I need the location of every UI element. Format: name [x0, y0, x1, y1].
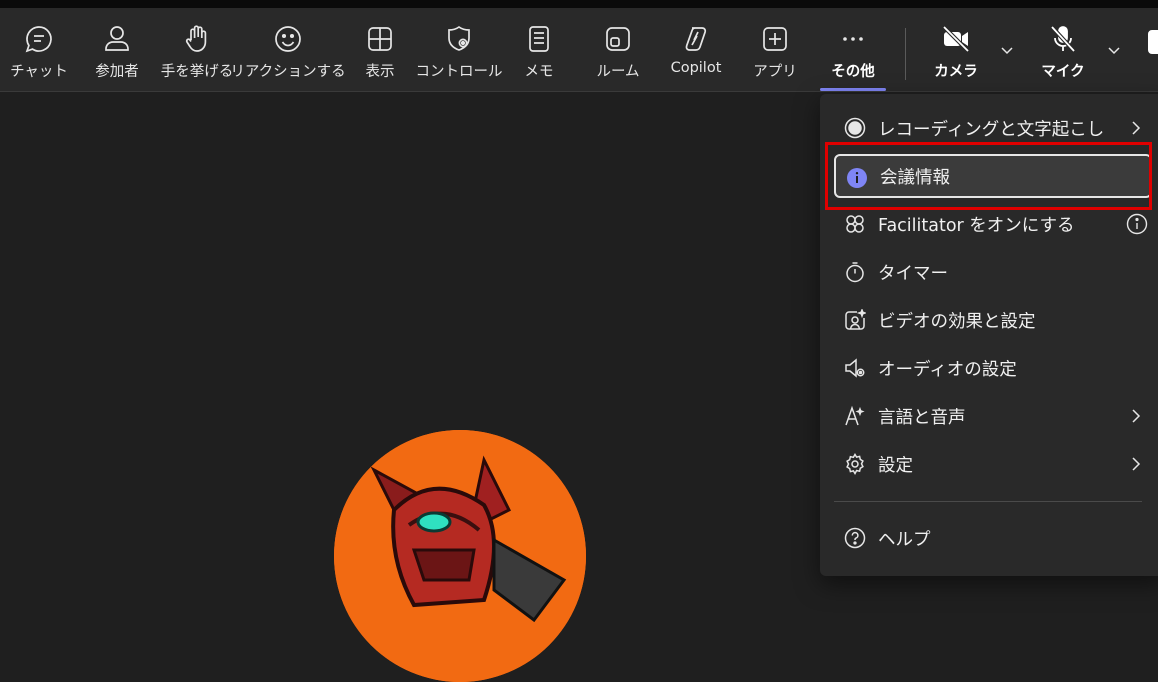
view-button[interactable]: 表示 [350, 8, 410, 92]
menu-item-help[interactable]: ヘルプ [834, 516, 1152, 560]
gear-icon [846, 453, 864, 475]
add-apps-icon [763, 27, 787, 51]
emoji-icon [275, 26, 301, 52]
shield-gear-icon [448, 25, 470, 51]
meeting-toolbar: チャット 参加者 手を挙げる リアクションする 表示 コントロール メモ ルーム… [0, 8, 1158, 92]
raise-hand-icon [185, 25, 207, 52]
notes-button[interactable]: メモ [510, 8, 568, 92]
menu-item-timer[interactable]: タイマー [834, 250, 1152, 294]
camera-options-chevron-icon[interactable] [999, 42, 1015, 58]
camera-off-icon [942, 25, 970, 53]
view-grid-icon [368, 27, 392, 51]
video-effects-icon [845, 309, 866, 330]
copilot-icon [685, 27, 707, 51]
menu-item-settings[interactable]: 設定 [834, 442, 1152, 486]
chat-icon [25, 26, 52, 53]
reactions-button[interactable]: リアクションする [230, 8, 346, 92]
active-tab-indicator [820, 88, 886, 91]
timer-icon [846, 262, 864, 283]
robot-avatar-image [334, 430, 586, 682]
mic-options-chevron-icon[interactable] [1106, 42, 1122, 58]
language-icon [845, 405, 865, 426]
people-icon [105, 26, 129, 51]
more-button[interactable]: その他 [822, 8, 884, 92]
chevron-right-icon [1132, 409, 1141, 423]
chat-button[interactable]: チャット [8, 8, 70, 92]
controls-button[interactable]: コントロール [416, 8, 503, 92]
toolbar-divider [905, 28, 906, 80]
copilot-button[interactable]: Copilot [664, 8, 728, 92]
raise-hand-button[interactable]: 手を挙げる [161, 8, 233, 92]
chevron-right-icon [1132, 121, 1141, 135]
menu-item-language-speech[interactable]: 言語と音声 [834, 394, 1152, 438]
record-icon [844, 117, 866, 139]
chevron-right-icon [1132, 457, 1141, 471]
menu-item-audio-settings[interactable]: オーディオの設定 [834, 346, 1152, 390]
window-top-strip [0, 0, 1158, 8]
camera-button[interactable]: カメラ [926, 8, 986, 92]
people-button[interactable]: 参加者 [86, 8, 148, 92]
mic-off-icon [1050, 25, 1076, 53]
more-icon [843, 37, 863, 41]
menu-divider [834, 501, 1142, 502]
apps-button[interactable]: アプリ [744, 8, 806, 92]
rooms-icon [606, 27, 630, 51]
menu-item-video-effects[interactable]: ビデオの効果と設定 [834, 298, 1152, 342]
mic-button[interactable]: マイク [1034, 8, 1092, 92]
share-button-partial[interactable] [1148, 30, 1158, 54]
audio-settings-icon [845, 358, 865, 378]
help-icon [844, 527, 866, 549]
facilitator-icon [846, 215, 864, 233]
rooms-button[interactable]: ルーム [588, 8, 648, 92]
info-circle-icon[interactable] [1126, 213, 1148, 235]
highlight-box [825, 142, 1152, 210]
notes-icon [529, 26, 549, 52]
participant-avatar [334, 430, 586, 682]
